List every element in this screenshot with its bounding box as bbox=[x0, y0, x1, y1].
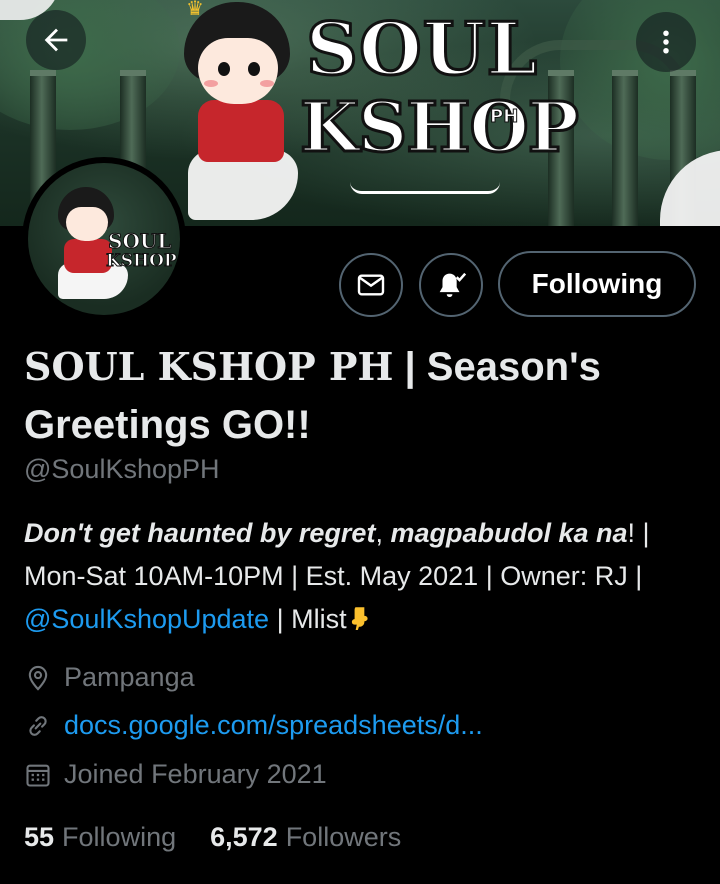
following-count-link[interactable]: 55 Following bbox=[24, 822, 176, 853]
profile-avatar[interactable]: SOUL KSHOP bbox=[22, 157, 186, 321]
followers-count-link[interactable]: 6,572 Followers bbox=[210, 822, 401, 853]
mail-icon bbox=[357, 274, 385, 296]
website-link[interactable]: docs.google.com/spreadsheets/d... bbox=[64, 710, 483, 741]
profile-bio: Don't get haunted by regret, magpabudol … bbox=[24, 518, 650, 634]
profile-location: Pampanga bbox=[24, 662, 195, 693]
profile-website[interactable]: docs.google.com/spreadsheets/d... bbox=[24, 710, 483, 741]
notifications-button[interactable] bbox=[419, 253, 483, 317]
backhand-index-pointing-down-emoji bbox=[351, 607, 368, 630]
calendar-icon bbox=[24, 761, 52, 789]
more-vertical-icon bbox=[663, 30, 669, 54]
profile-handle: @SoulKshopPH bbox=[24, 454, 220, 484]
profile-joined-date: Joined February 2021 bbox=[24, 759, 327, 790]
banner-mascot-illustration: ♛ bbox=[178, 0, 308, 220]
banner-logo: SOUL KSHOP PH bbox=[299, 5, 580, 206]
following-button[interactable]: Following bbox=[498, 251, 696, 317]
link-icon bbox=[24, 712, 52, 740]
more-options-button[interactable] bbox=[636, 12, 696, 72]
back-button[interactable] bbox=[26, 10, 86, 70]
location-pin-icon bbox=[24, 664, 52, 692]
profile-display-name: SOUL KSHOP PH | Season's Greetings GO!! bbox=[24, 344, 601, 447]
arrow-left-icon bbox=[44, 28, 68, 52]
message-button[interactable] bbox=[339, 253, 403, 317]
bio-mention-link[interactable]: @SoulKshopUpdate bbox=[24, 604, 269, 634]
profile-stats: 55 Following 6,572 Followers bbox=[24, 822, 401, 853]
notification-bell-check-icon bbox=[439, 272, 467, 298]
